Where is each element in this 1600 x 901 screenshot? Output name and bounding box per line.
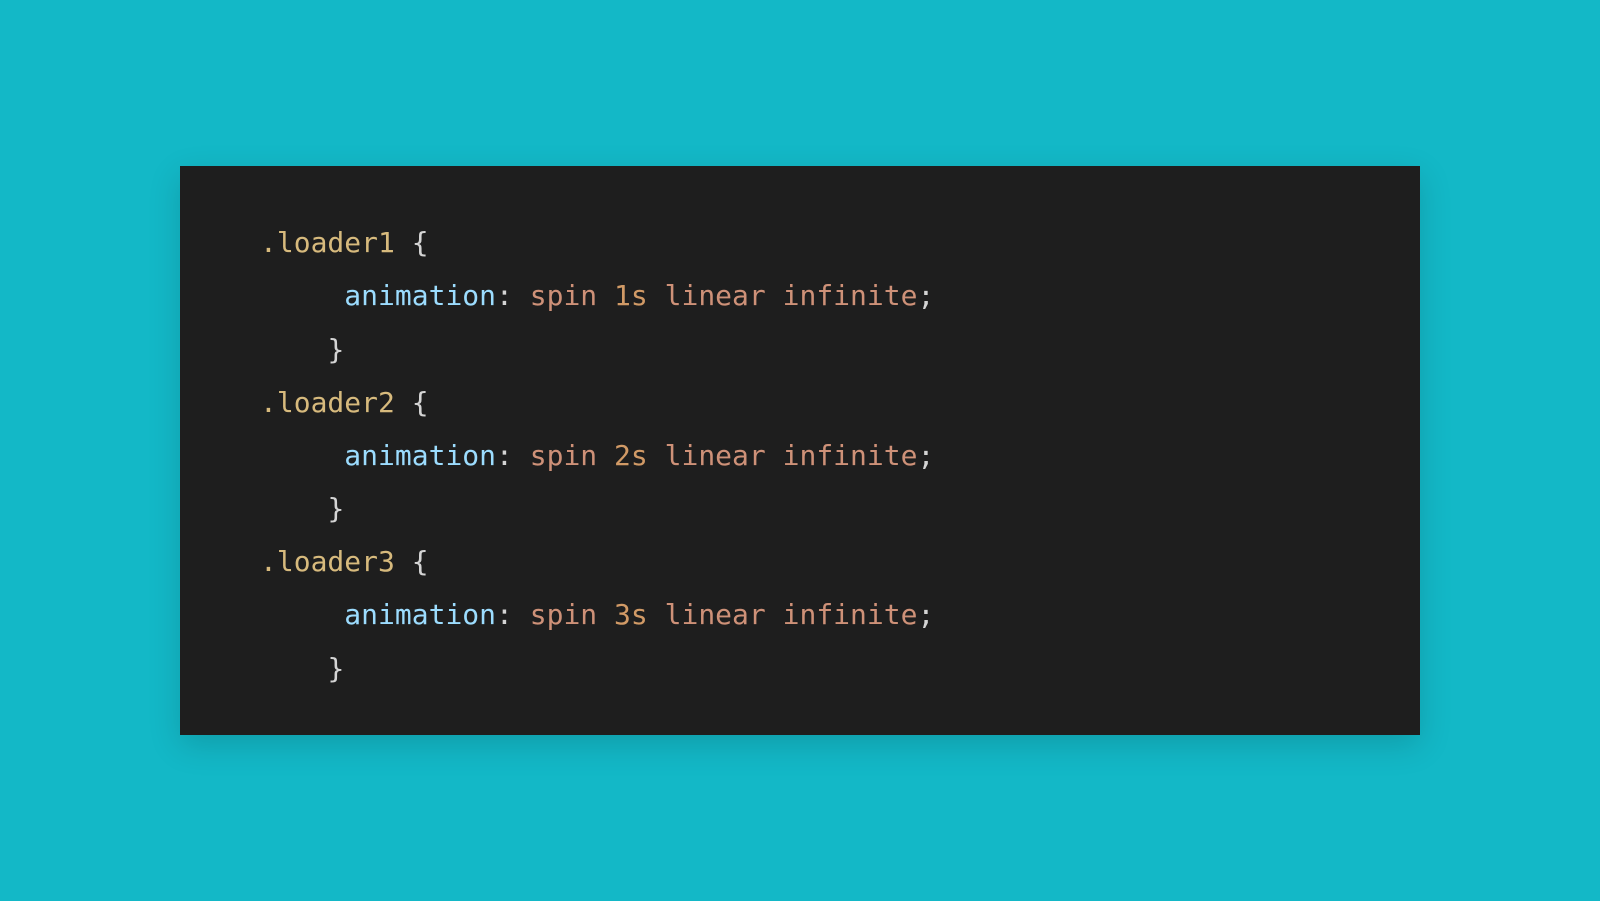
css-duration: 2s — [614, 439, 648, 472]
css-value: spin — [530, 439, 597, 472]
css-value: linear infinite — [665, 279, 918, 312]
css-value: linear infinite — [665, 598, 918, 631]
css-duration: 1s — [614, 279, 648, 312]
css-property: animation — [344, 598, 496, 631]
css-property: animation — [344, 279, 496, 312]
css-value: spin — [530, 279, 597, 312]
css-value: spin — [530, 598, 597, 631]
code-block: .loader1 { animation: spin 1s linear inf… — [180, 166, 1420, 735]
css-selector: .loader1 — [260, 226, 395, 259]
css-property: animation — [344, 439, 496, 472]
css-duration: 3s — [614, 598, 648, 631]
css-selector: .loader2 — [260, 386, 395, 419]
css-value: linear infinite — [665, 439, 918, 472]
code-content: .loader1 { animation: spin 1s linear inf… — [260, 216, 1340, 695]
css-selector: .loader3 — [260, 545, 395, 578]
